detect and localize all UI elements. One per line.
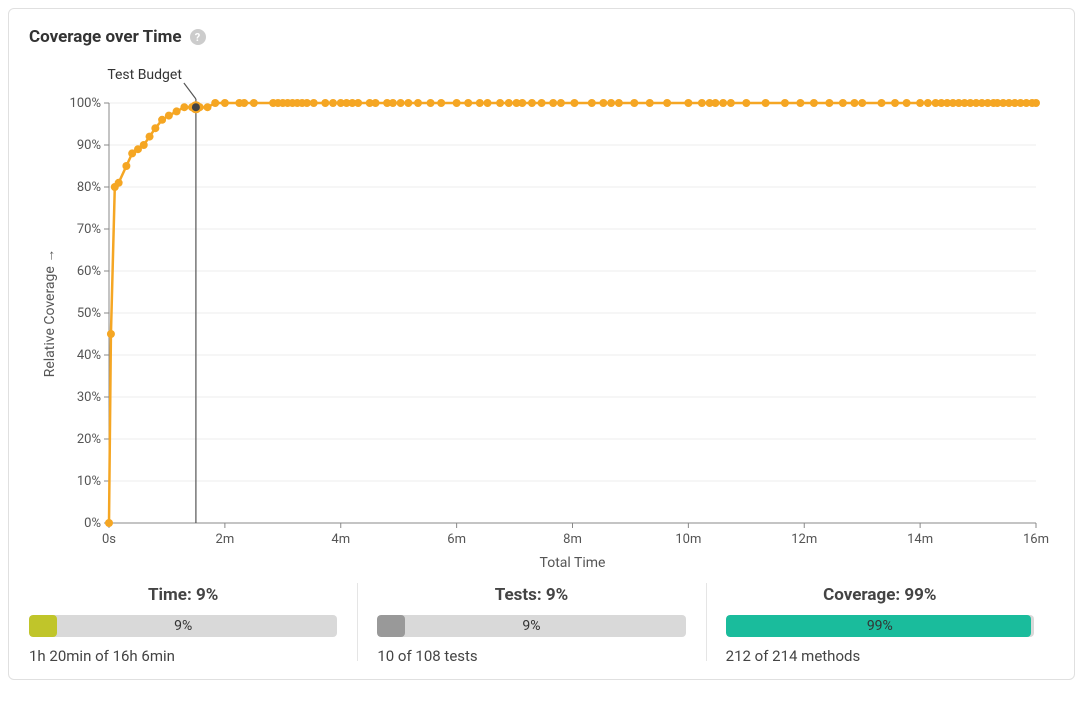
stat-coverage: Coverage: 99% 99% 212 of 214 methods xyxy=(706,579,1054,665)
svg-text:8m: 8m xyxy=(563,532,582,547)
title-row: Coverage over Time ? xyxy=(29,27,1054,47)
stat-tests: Tests: 9% 9% 10 of 108 tests xyxy=(357,579,705,665)
svg-text:0%: 0% xyxy=(84,516,101,531)
svg-text:100%: 100% xyxy=(70,96,101,111)
svg-text:2m: 2m xyxy=(216,532,235,547)
stats-row: Time: 9% 9% 1h 20min of 16h 6min Tests: … xyxy=(29,579,1054,665)
svg-text:Test Budget: Test Budget xyxy=(107,67,182,83)
stat-coverage-sub: 212 of 214 methods xyxy=(726,647,1034,665)
help-icon[interactable]: ? xyxy=(190,29,206,45)
svg-text:Total Time: Total Time xyxy=(540,555,606,571)
svg-text:10m: 10m xyxy=(675,532,701,547)
card-title: Coverage over Time xyxy=(29,27,182,47)
svg-text:60%: 60% xyxy=(77,264,101,279)
chart: 0% 10% 20% 30% 40% 50% 60% 70% 80% 90% 100% 0s 2m 4m 6… xyxy=(29,53,1054,573)
stat-tests-sub: 10 of 108 tests xyxy=(377,647,685,665)
svg-text:16m: 16m xyxy=(1023,532,1049,547)
svg-text:14m: 14m xyxy=(907,532,933,547)
stat-tests-title: Tests: 9% xyxy=(377,585,685,605)
svg-text:40%: 40% xyxy=(77,348,101,363)
svg-text:4m: 4m xyxy=(331,532,350,547)
svg-text:Relative Coverage →: Relative Coverage → xyxy=(42,249,58,378)
stat-coverage-title: Coverage: 99% xyxy=(726,585,1034,605)
chart-svg: 0% 10% 20% 30% 40% 50% 60% 70% 80% 90% 100% 0s 2m 4m 6… xyxy=(29,53,1056,573)
svg-text:30%: 30% xyxy=(77,390,101,405)
svg-text:6m: 6m xyxy=(447,532,466,547)
stat-time-bar: 9% xyxy=(29,615,337,637)
svg-text:70%: 70% xyxy=(77,222,101,237)
svg-text:90%: 90% xyxy=(77,138,101,153)
svg-text:0s: 0s xyxy=(102,532,116,547)
stat-time: Time: 9% 9% 1h 20min of 16h 6min xyxy=(29,579,357,665)
stat-time-sub: 1h 20min of 16h 6min xyxy=(29,647,337,665)
svg-text:20%: 20% xyxy=(77,432,101,447)
stat-time-bar-label: 9% xyxy=(29,615,337,637)
svg-text:10%: 10% xyxy=(77,474,101,489)
svg-text:50%: 50% xyxy=(77,306,101,321)
stat-time-title: Time: 9% xyxy=(29,585,337,605)
stat-coverage-bar-label: 99% xyxy=(726,615,1034,637)
stat-coverage-bar: 99% xyxy=(726,615,1034,637)
stat-tests-bar-label: 9% xyxy=(377,615,685,637)
svg-text:80%: 80% xyxy=(77,180,101,195)
svg-text:12m: 12m xyxy=(791,532,817,547)
stat-tests-bar: 9% xyxy=(377,615,685,637)
coverage-card: Coverage over Time ? 0% 10% 20% 30% 40% 50% 60… xyxy=(8,8,1075,680)
